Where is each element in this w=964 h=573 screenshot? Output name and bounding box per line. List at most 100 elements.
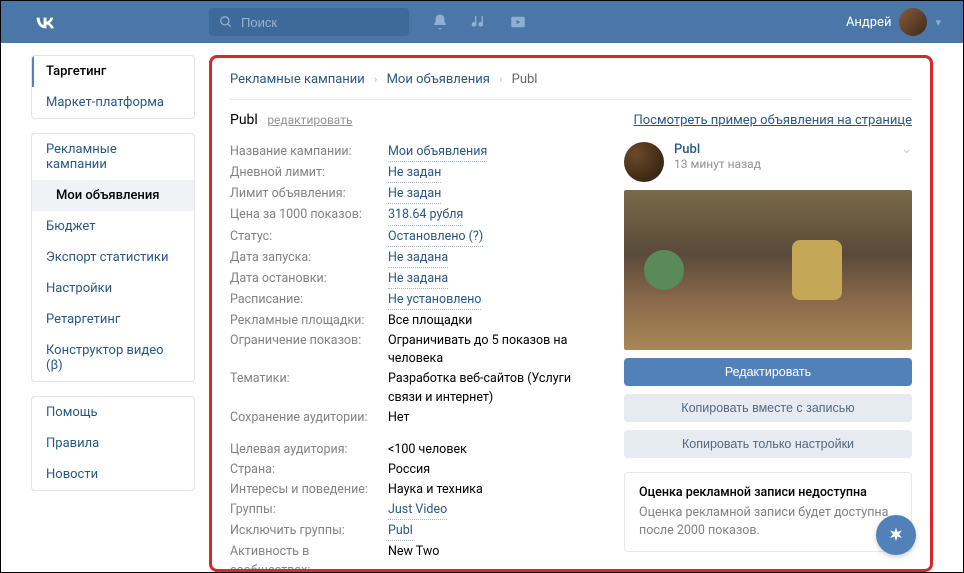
property-value: Ограничивать до 5 показов на человека — [388, 332, 604, 368]
breadcrumb-campaigns[interactable]: Рекламные кампании — [230, 72, 365, 87]
property-row: Цена за 1000 показов:318.64 рубля — [230, 205, 604, 226]
chevron-right-icon: › — [374, 73, 377, 86]
property-value: Разработка веб-сайтов (Услуги связи и ин… — [388, 370, 604, 406]
property-row: Исключить группы:Publ — [230, 521, 604, 542]
property-row: Статус:Остановлено (?) — [230, 227, 604, 248]
notifications-icon[interactable] — [431, 13, 449, 31]
property-row: Страна:Россия — [230, 460, 604, 480]
property-value[interactable]: Не задан — [388, 164, 441, 183]
property-value[interactable]: Publ — [388, 522, 413, 541]
property-label: Статус: — [230, 228, 388, 247]
avatar — [899, 8, 927, 36]
sidebar-item-retargeting[interactable]: Ретаргетинг — [32, 304, 194, 335]
property-row: Ограничение показов:Ограничивать до 5 по… — [230, 331, 604, 369]
property-value: Нет — [388, 409, 410, 427]
top-bar: Андрей ▾ — [1, 1, 963, 43]
post-time: 13 минут назад — [674, 157, 761, 171]
property-label: Группы: — [230, 501, 388, 520]
user-menu[interactable]: Андрей ▾ — [846, 8, 941, 36]
property-value[interactable]: 318.64 рубля — [388, 206, 463, 225]
property-row: Тематики:Разработка веб-сайтов (Услуги с… — [230, 369, 604, 407]
property-row: Сохранение аудитории:Нет — [230, 408, 604, 428]
property-value[interactable]: Не установлено — [388, 291, 481, 310]
property-label: Дневной лимит: — [230, 164, 388, 183]
breadcrumb-current: Publ — [512, 72, 538, 87]
rating-info-card: Оценка рекламной записи недоступна Оценк… — [624, 472, 912, 552]
sidebar: Таргетинг Маркет-платформа Рекламные кам… — [31, 55, 195, 572]
property-row: Дневной лимит:Не задан — [230, 163, 604, 184]
property-value: New Two — [388, 543, 439, 572]
property-value[interactable]: Не задана — [388, 249, 448, 268]
sidebar-tab-market[interactable]: Маркет-платформа — [32, 87, 194, 118]
sidebar-item-rules[interactable]: Правила — [32, 428, 194, 459]
property-label: Ограничение показов: — [230, 332, 388, 368]
post-header: Publ 13 минут назад ⌄ — [624, 142, 912, 182]
sidebar-tab-targeting[interactable]: Таргетинг — [32, 56, 194, 87]
property-value[interactable]: Остановлено (?) — [388, 228, 483, 247]
right-column: Publ 13 минут назад ⌄ Редактировать Копи… — [624, 142, 912, 572]
property-value: Все площадки — [388, 312, 472, 330]
property-value[interactable]: Не задана — [388, 270, 448, 289]
top-icons — [431, 13, 527, 31]
property-label: Цена за 1000 показов: — [230, 206, 388, 225]
sidebar-item-help[interactable]: Помощь — [32, 397, 194, 428]
post-title[interactable]: Publ — [674, 142, 761, 157]
video-icon[interactable] — [509, 13, 527, 31]
copy-with-post-button[interactable]: Копировать вместе с записью — [624, 394, 912, 422]
property-label: Тематики: — [230, 370, 388, 406]
property-label: Страна: — [230, 461, 388, 479]
preview-link[interactable]: Посмотреть пример объявления на странице — [633, 113, 912, 128]
copy-settings-button[interactable]: Копировать только настройки — [624, 430, 912, 458]
property-row: Целевая аудитория:<100 человек — [230, 440, 604, 460]
breadcrumb-myads[interactable]: Мои объявления — [387, 72, 490, 87]
property-value[interactable]: Мои объявления — [388, 143, 487, 162]
search-box[interactable] — [209, 8, 409, 36]
property-label: Интересы и поведение: — [230, 481, 388, 499]
sidebar-item-budget[interactable]: Бюджет — [32, 211, 194, 242]
info-card-body: Оценка рекламной записи будет доступна п… — [639, 504, 897, 539]
chevron-down-icon: ▾ — [935, 16, 941, 29]
sidebar-item-news[interactable]: Новости — [32, 459, 194, 490]
sidebar-item-video-builder[interactable]: Конструктор видео (β) — [32, 335, 194, 381]
sidebar-item-export[interactable]: Экспорт статистики — [32, 242, 194, 273]
vk-logo[interactable] — [31, 8, 59, 36]
breadcrumb: Рекламные кампании › Мои объявления › Pu… — [230, 72, 912, 100]
property-label: Расписание: — [230, 291, 388, 310]
sidebar-item-campaigns[interactable]: Рекламные кампании — [32, 134, 194, 180]
main-panel: Рекламные кампании › Мои объявления › Pu… — [209, 55, 933, 572]
property-row: Дата остановки:Не задана — [230, 269, 604, 290]
edit-button[interactable]: Редактировать — [624, 358, 912, 386]
info-card-title: Оценка рекламной записи недоступна — [639, 485, 897, 500]
sidebar-block-help: Помощь Правила Новости — [31, 396, 195, 491]
chevron-right-icon: › — [499, 73, 502, 86]
sidebar-item-my-ads[interactable]: Мои объявления — [32, 180, 194, 211]
property-row: Название кампании:Мои объявления — [230, 142, 604, 163]
edit-title-link[interactable]: редактировать — [267, 113, 352, 127]
feedback-fab[interactable] — [876, 515, 916, 555]
properties-list: Название кампании:Мои объявленияДневной … — [230, 142, 604, 572]
search-icon — [219, 15, 233, 29]
property-label: Лимит объявления: — [230, 185, 388, 204]
post-avatar[interactable] — [624, 142, 664, 182]
property-row: Дата запуска:Не задана — [230, 248, 604, 269]
property-label: Исключить группы: — [230, 522, 388, 541]
search-input[interactable] — [241, 15, 399, 30]
user-name: Андрей — [846, 15, 892, 30]
post-image[interactable] — [624, 190, 912, 350]
property-label: Активность в сообществах: — [230, 543, 388, 572]
sidebar-block-tabs: Таргетинг Маркет-платформа — [31, 55, 195, 119]
property-row: Группы:Just Video — [230, 500, 604, 521]
property-row: Рекламные площадки:Все площадки — [230, 311, 604, 331]
property-value[interactable]: Не задан — [388, 185, 441, 204]
property-label: Дата запуска: — [230, 249, 388, 268]
page-title: Publ редактировать — [230, 112, 353, 128]
property-label: Целевая аудитория: — [230, 441, 388, 459]
sidebar-item-settings[interactable]: Настройки — [32, 273, 194, 304]
property-value: Наука и техника — [388, 481, 483, 499]
chevron-down-icon[interactable]: ⌄ — [901, 142, 912, 157]
property-row: Расписание:Не установлено — [230, 290, 604, 311]
property-label: Дата остановки: — [230, 270, 388, 289]
music-icon[interactable] — [471, 13, 487, 31]
property-value[interactable]: Just Video — [388, 501, 447, 520]
property-label: Название кампании: — [230, 143, 388, 162]
